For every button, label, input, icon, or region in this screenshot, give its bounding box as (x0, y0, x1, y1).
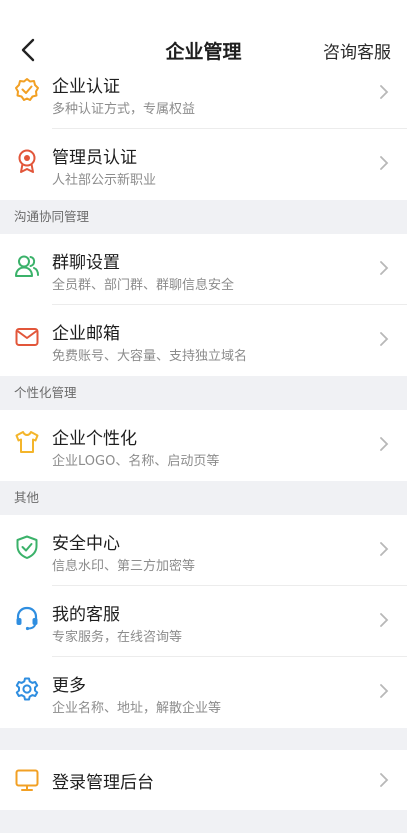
list-item-enterprise-mail[interactable]: 企业邮箱 免费账号、大容量、支持独立域名 (0, 305, 407, 376)
item-description: 人社部公示新职业 (52, 173, 157, 188)
item-description: 免费账号、大容量、支持独立域名 (52, 349, 248, 364)
list-item-group-chat-settings[interactable]: 群聊设置 全员群、部门群、群聊信息安全 (0, 234, 407, 305)
chevron-right-icon (380, 156, 389, 170)
list-item-my-customer-service[interactable]: 我的客服 专家服务，在线咨询等 (0, 586, 407, 657)
collaboration-group: 群聊设置 全员群、部门群、群聊信息安全 企业邮箱 免费账号、大容量、支持独立域名 (0, 234, 407, 376)
nav-header: 企业管理 咨询客服 (0, 0, 407, 76)
item-title: 更多 (52, 676, 86, 696)
chevron-right-icon (380, 542, 389, 556)
verified-badge-icon (15, 78, 39, 101)
gear-icon (15, 677, 39, 701)
item-title: 安全中心 (52, 534, 120, 554)
item-description: 企业LOGO、名称、启动页等 (52, 454, 220, 469)
personalization-group: 企业个性化 企业LOGO、名称、启动页等 (0, 410, 407, 481)
item-description: 多种认证方式，专属权益 (52, 102, 196, 117)
section-spacer (0, 728, 407, 750)
item-description: 信息水印、第三方加密等 (52, 559, 196, 574)
chevron-right-icon (380, 261, 389, 275)
item-title: 企业邮箱 (52, 324, 120, 344)
list-item-admin-certification[interactable]: 管理员认证 人社部公示新职业 (0, 129, 407, 200)
chevron-right-icon (380, 85, 389, 99)
tshirt-icon (15, 431, 39, 453)
headset-icon (16, 606, 38, 631)
section-header-other: 其他 (0, 481, 407, 515)
section-header-collaboration: 沟通协同管理 (0, 200, 407, 234)
medal-icon (18, 149, 36, 173)
item-title: 群聊设置 (52, 253, 120, 273)
shield-icon (16, 535, 38, 559)
chevron-right-icon (380, 613, 389, 627)
mail-icon (15, 328, 39, 346)
item-description: 企业名称、地址，解散企业等 (52, 701, 222, 716)
chevron-right-icon (380, 773, 389, 787)
admin-login-group: 登录管理后台 (0, 750, 407, 810)
list-item-admin-console-login[interactable]: 登录管理后台 (0, 750, 407, 810)
item-title: 我的客服 (52, 605, 120, 625)
group-chat-icon (15, 255, 39, 277)
chevron-right-icon (380, 437, 389, 451)
item-description: 全员群、部门群、群聊信息安全 (52, 278, 235, 293)
item-title: 管理员认证 (52, 148, 137, 168)
item-title: 登录管理后台 (52, 773, 154, 793)
other-group: 安全中心 信息水印、第三方加密等 我的客服 专家服务，在线咨询等 更多 企业名称… (0, 515, 407, 728)
item-description: 专家服务，在线咨询等 (52, 630, 183, 645)
list-item-security-center[interactable]: 安全中心 信息水印、第三方加密等 (0, 515, 407, 586)
monitor-icon (15, 769, 39, 791)
list-item-enterprise-personalization[interactable]: 企业个性化 企业LOGO、名称、启动页等 (0, 410, 407, 481)
consult-service-button[interactable]: 咨询客服 (323, 38, 391, 63)
certification-group: 企业认证 多种认证方式，专属权益 管理员认证 人社部公示新职业 (0, 58, 407, 200)
list-item-more[interactable]: 更多 企业名称、地址，解散企业等 (0, 657, 407, 728)
chevron-right-icon (380, 684, 389, 698)
item-title: 企业个性化 (52, 429, 137, 449)
section-header-personalization: 个性化管理 (0, 376, 407, 410)
chevron-right-icon (380, 332, 389, 346)
settings-list: 企业认证 多种认证方式，专属权益 管理员认证 人社部公示新职业 沟通协同管理 群… (0, 58, 407, 810)
